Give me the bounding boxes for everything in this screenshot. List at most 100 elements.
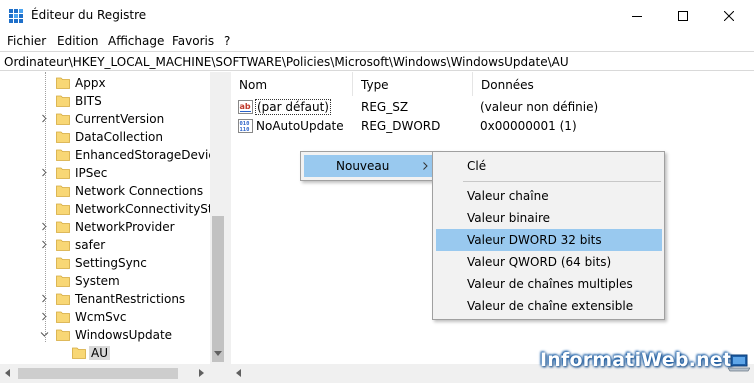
folder-icon: [56, 131, 70, 143]
tree-guide-line: [45, 72, 46, 342]
folder-icon: [72, 347, 86, 359]
tree-item-label: Appx: [75, 76, 106, 90]
svg-text:ab: ab: [240, 102, 251, 111]
tree-item[interactable]: BITS: [0, 92, 210, 110]
scroll-left-icon[interactable]: [5, 369, 11, 377]
submenu-item[interactable]: Valeur chaîne: [436, 185, 662, 207]
menu-affichage[interactable]: Affichage: [108, 34, 164, 48]
submenu-item-label: Valeur chaîne: [467, 189, 549, 203]
tree-item-label: TenantRestrictions: [75, 292, 186, 306]
submenu-item-label: Valeur binaire: [467, 211, 550, 225]
submenu-item-label: Valeur QWORD (64 bits): [467, 255, 612, 269]
tree-item[interactable]: EnhancedStorageDevices: [0, 146, 226, 164]
tree-item-label: AU: [89, 346, 110, 360]
tree-item-label: NetworkConnectivityStat: [75, 202, 225, 216]
submenu-arrow-icon: [423, 162, 428, 170]
tree-horizontal-scrollbar[interactable]: [0, 364, 226, 383]
value-row[interactable]: 010 110 NoAutoUpdate REG_DWORD 0x0000000…: [231, 117, 754, 135]
menu-separator: [463, 181, 661, 182]
string-value-icon: ab: [238, 100, 253, 114]
folder-icon: [56, 275, 70, 287]
column-header-data[interactable]: Données: [473, 72, 754, 96]
submenu-item[interactable]: Valeur DWORD 32 bits: [436, 229, 662, 251]
tree-vertical-scrollbar[interactable]: [210, 72, 226, 364]
submenu-item-label: Valeur de chaîne extensible: [467, 299, 634, 313]
minimize-icon: [632, 15, 642, 17]
folder-icon: [56, 95, 70, 107]
tree-item[interactable]: IPSec: [0, 164, 210, 182]
tree-item-label: EnhancedStorageDevices: [75, 148, 226, 162]
folder-icon: [56, 113, 70, 125]
submenu-item[interactable]: Valeur de chaîne extensible: [436, 295, 662, 317]
scroll-left-icon[interactable]: [236, 369, 242, 377]
tree-item-label: IPSec: [75, 166, 108, 180]
tree-item-label: NetworkProvider: [75, 220, 175, 234]
tree-item[interactable]: TenantRestrictions: [0, 290, 210, 308]
scroll-right-icon[interactable]: [199, 369, 205, 377]
submenu-item[interactable]: Valeur binaire: [436, 207, 662, 229]
title-bar: Éditeur du Registre: [0, 0, 754, 31]
tree-item[interactable]: WindowsUpdate: [0, 326, 210, 344]
tree-item[interactable]: AU: [0, 344, 210, 362]
submenu-item-label: Valeur DWORD 32 bits: [467, 233, 602, 247]
tree-item[interactable]: Network Connections: [0, 182, 210, 200]
tree-item[interactable]: CurrentVersion: [0, 110, 210, 128]
tree-item[interactable]: safer: [0, 236, 210, 254]
maximize-button[interactable]: [660, 0, 706, 31]
column-header-name[interactable]: Nom: [231, 72, 353, 96]
folder-icon: [56, 239, 70, 251]
tree-item[interactable]: Appx: [0, 74, 210, 92]
svg-text:110: 110: [240, 127, 250, 133]
registry-editor-icon: [9, 9, 23, 23]
address-path[interactable]: Ordinateur\HKEY_LOCAL_MACHINE\SOFTWARE\P…: [4, 55, 569, 69]
value-row[interactable]: ab (par défaut) REG_SZ (valeur non défin…: [231, 98, 754, 116]
close-button[interactable]: [706, 0, 752, 31]
folder-icon: [56, 185, 70, 197]
tree-item[interactable]: NetworkConnectivityStat: [0, 200, 225, 218]
watermark-text: InformatiWeb.net: [540, 349, 733, 371]
folder-icon: [56, 293, 70, 305]
submenu-item[interactable]: Clé: [436, 155, 662, 177]
submenu-item[interactable]: Valeur QWORD (64 bits): [436, 251, 662, 273]
tree-item[interactable]: DataCollection: [0, 128, 210, 146]
tree-scroll-thumb[interactable]: [212, 216, 224, 362]
menu-help[interactable]: ?: [224, 34, 230, 48]
tree-item[interactable]: SettingSync: [0, 254, 210, 272]
address-bar[interactable]: Ordinateur\HKEY_LOCAL_MACHINE\SOFTWARE\P…: [0, 51, 754, 71]
folder-icon: [56, 221, 70, 233]
tree-item[interactable]: System: [0, 272, 210, 290]
tree-item-label: DataCollection: [75, 130, 164, 144]
close-icon: [724, 10, 734, 21]
value-name[interactable]: (par défaut): [255, 99, 331, 115]
key-tree[interactable]: Appx BITS CurrentVersion DataCollection Enha…: [0, 72, 226, 383]
menu-bar: Fichier Edition Affichage Favoris ?: [0, 31, 754, 51]
menu-favoris[interactable]: Favoris: [172, 34, 214, 48]
tree-item[interactable]: NetworkProvider: [0, 218, 210, 236]
submenu-item-label: Clé: [467, 159, 487, 173]
menu-edition[interactable]: Edition: [57, 34, 99, 48]
tree-item-label: SettingSync: [75, 256, 147, 270]
new-submenu: Clé Valeur chaîne Valeur binaire Valeur DWO…: [432, 151, 665, 320]
value-name[interactable]: NoAutoUpdate: [256, 119, 344, 133]
tree-item-label: BITS: [75, 94, 102, 108]
folder-icon: [56, 77, 70, 89]
tree-item[interactable]: WcmSvc: [0, 308, 210, 326]
submenu-item-label: Valeur de chaînes multiples: [467, 277, 633, 291]
scroll-down-icon[interactable]: [214, 351, 222, 357]
tree-item-label: WindowsUpdate: [75, 328, 173, 342]
column-header-type[interactable]: Type: [353, 72, 473, 96]
tree-item-label: WcmSvc: [75, 310, 127, 324]
context-menu: Nouveau: [300, 151, 440, 181]
menu-fichier[interactable]: Fichier: [7, 34, 46, 48]
folder-icon: [56, 257, 70, 269]
folder-icon: [56, 329, 70, 341]
submenu-item[interactable]: Valeur de chaînes multiples: [436, 273, 662, 295]
minimize-button[interactable]: [614, 0, 660, 31]
menu-item-nouveau[interactable]: Nouveau: [304, 155, 436, 177]
binary-value-icon: 010 110: [238, 119, 253, 133]
laptop-logo-icon: [728, 354, 750, 372]
folder-icon: [56, 149, 70, 161]
value-data: 0x00000001 (1): [480, 119, 577, 133]
tree-hscroll-thumb[interactable]: [18, 368, 178, 379]
tree-item-label: System: [75, 274, 120, 288]
